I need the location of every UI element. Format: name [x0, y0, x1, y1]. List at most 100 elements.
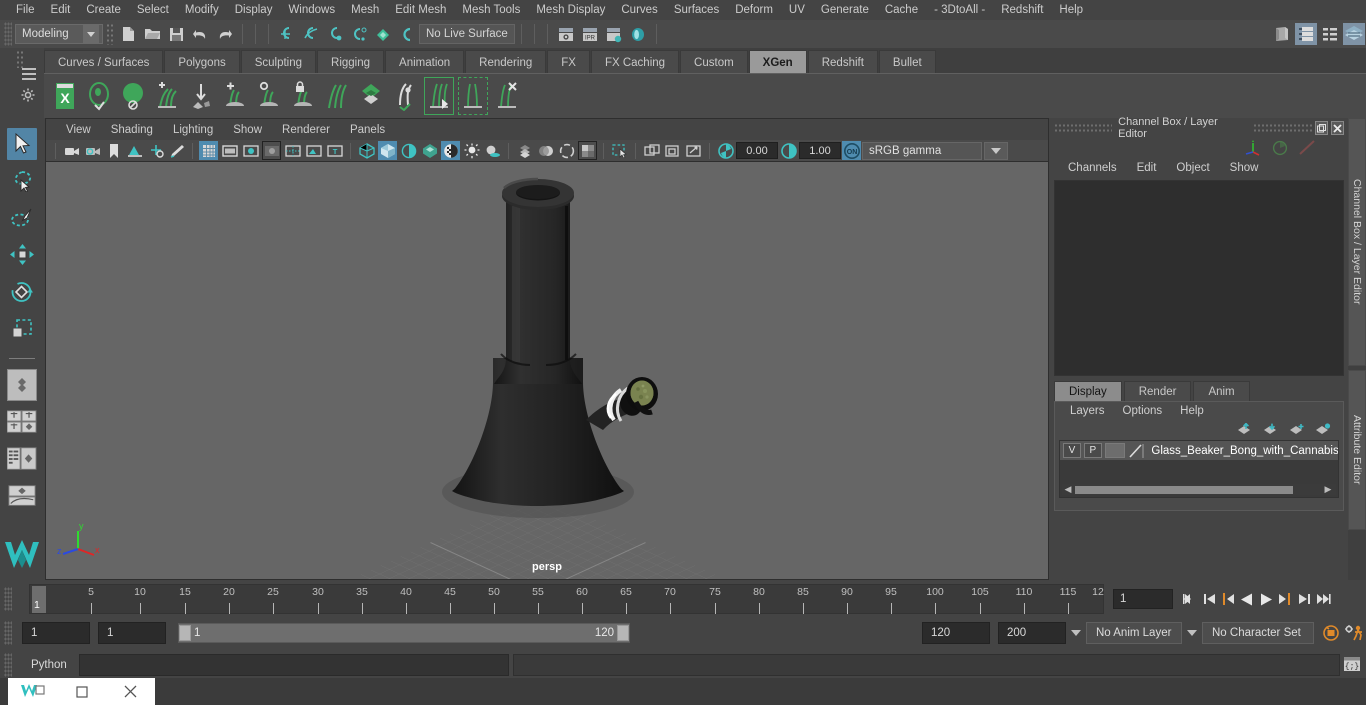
shelf-tab-redshift[interactable]: Redshift: [807, 50, 878, 74]
two-d-pan-zoom-icon[interactable]: [146, 141, 165, 160]
menu-edit-mesh[interactable]: Edit Mesh: [387, 0, 454, 20]
bookmark-icon[interactable]: [104, 141, 123, 160]
snap-curve-icon[interactable]: [300, 23, 322, 45]
character-set-dropdown-icon[interactable]: [1185, 623, 1199, 643]
play-forwards-icon[interactable]: [1257, 588, 1275, 610]
xgen-preview-icon[interactable]: [84, 77, 114, 115]
textured-icon[interactable]: [441, 141, 460, 160]
layer-menu-layers[interactable]: Layers: [1061, 405, 1114, 417]
viewport-menu-show[interactable]: Show: [223, 124, 272, 136]
make-live-icon[interactable]: [396, 23, 418, 45]
gate-mask-icon[interactable]: [262, 141, 281, 160]
layer-tab-render[interactable]: Render: [1123, 381, 1192, 401]
menu-windows[interactable]: Windows: [280, 0, 343, 20]
viewport-3d-canvas[interactable]: persp y x z: [46, 162, 1048, 579]
move-layer-up-icon[interactable]: [1237, 423, 1253, 435]
layer-menu-options[interactable]: Options: [1114, 405, 1172, 417]
command-line-grip[interactable]: [4, 653, 12, 677]
menu-mesh-display[interactable]: Mesh Display: [528, 0, 613, 20]
quick-layout-four-view-icon[interactable]: [7, 406, 37, 438]
motion-blur-icon[interactable]: [536, 141, 555, 160]
scroll-right-arrow-icon[interactable]: ▶: [1322, 484, 1334, 495]
field-chart-icon[interactable]: [283, 141, 302, 160]
xgen-delete-icon[interactable]: [492, 77, 522, 115]
menu-generate[interactable]: Generate: [813, 0, 877, 20]
anim-layer-selector[interactable]: No Anim Layer: [1086, 622, 1182, 644]
use-all-lights-icon[interactable]: [462, 141, 481, 160]
time-slider[interactable]: 1 5 10 15 20 25 30 35 40 45 50 55 60 65 …: [29, 584, 1104, 614]
step-forward-key-icon[interactable]: [1295, 588, 1313, 610]
xgen-comb-icon[interactable]: [322, 77, 352, 115]
step-back-frame-icon[interactable]: [1219, 588, 1237, 610]
transform-channels-icon[interactable]: [1244, 140, 1262, 156]
image-plane-icon[interactable]: [125, 141, 144, 160]
scroll-thumb[interactable]: [1075, 485, 1293, 494]
step-forward-frame-icon[interactable]: [1276, 588, 1294, 610]
select-tool[interactable]: [7, 128, 37, 160]
script-editor-icon[interactable]: {;}: [1342, 654, 1362, 674]
menu-file[interactable]: File: [8, 0, 43, 20]
close-icon[interactable]: [1330, 121, 1344, 135]
xray-icon[interactable]: [642, 141, 661, 160]
quick-layout-single-icon[interactable]: [7, 369, 37, 401]
camera-attributes-icon[interactable]: [83, 141, 102, 160]
character-set-selector[interactable]: No Character Set: [1202, 622, 1314, 644]
shelf-grip[interactable]: [16, 50, 23, 68]
attribute-editor-icon[interactable]: [1319, 23, 1341, 45]
render-current-frame-icon[interactable]: [555, 23, 577, 45]
snap-projected-center-icon[interactable]: [348, 23, 370, 45]
menu-create[interactable]: Create: [78, 0, 129, 20]
current-frame-field[interactable]: 1: [1113, 589, 1173, 609]
color-transform-field[interactable]: sRGB gamma: [862, 141, 982, 160]
safe-action-icon[interactable]: [304, 141, 323, 160]
menu-3dtoall[interactable]: - 3DtoAll -: [926, 0, 993, 20]
quick-layout-outliner-persp-icon[interactable]: [7, 443, 37, 475]
wireframe-icon[interactable]: [357, 141, 376, 160]
xgen-add-density-icon[interactable]: [220, 77, 250, 115]
rotate-tool[interactable]: [7, 276, 37, 308]
channel-menu-object[interactable]: Object: [1166, 162, 1219, 174]
menu-edit[interactable]: Edit: [43, 0, 79, 20]
layer-visibility-toggle[interactable]: V: [1063, 443, 1081, 458]
grease-pencil-icon[interactable]: [167, 141, 186, 160]
shelf-tab-xgen[interactable]: XGen: [748, 50, 807, 74]
panel-grip-right[interactable]: [1253, 123, 1312, 133]
scroll-left-arrow-icon[interactable]: ◀: [1062, 484, 1074, 495]
menu-select[interactable]: Select: [129, 0, 177, 20]
quick-layout-persp-graph-icon[interactable]: [7, 480, 37, 512]
isolate-select-icon[interactable]: [610, 141, 629, 160]
undock-icon[interactable]: [1314, 121, 1328, 135]
command-input[interactable]: [79, 654, 509, 676]
xgen-place-icon[interactable]: [186, 77, 216, 115]
xray-joints-icon[interactable]: [663, 141, 682, 160]
color-transform-dropdown-icon[interactable]: [984, 141, 1008, 160]
shelf-tab-rigging[interactable]: Rigging: [317, 50, 385, 74]
smooth-shade-all-icon[interactable]: [378, 141, 397, 160]
channel-box-content[interactable]: [1054, 180, 1344, 376]
exposure-field[interactable]: 0.00: [736, 142, 778, 159]
layer-tab-anim[interactable]: Anim: [1193, 381, 1250, 401]
range-start-field[interactable]: 1: [22, 622, 90, 644]
menu-uv[interactable]: UV: [781, 0, 813, 20]
shelf-tab-curves-surfaces[interactable]: Curves / Surfaces: [44, 50, 164, 74]
time-slider-grip[interactable]: [4, 587, 12, 611]
menu-set-selector[interactable]: Modeling: [15, 24, 103, 44]
create-empty-layer-icon[interactable]: [1289, 423, 1305, 435]
shelf-tab-animation[interactable]: Animation: [385, 50, 465, 74]
panel-grip-left[interactable]: [1054, 123, 1113, 133]
range-end-field[interactable]: 200: [998, 622, 1066, 644]
xray-active-components-icon[interactable]: [684, 141, 703, 160]
xgen-editor-icon[interactable]: X: [50, 77, 80, 115]
play-backwards-icon[interactable]: [1238, 588, 1256, 610]
range-bar[interactable]: 1 120: [178, 623, 630, 643]
menu-surfaces[interactable]: Surfaces: [666, 0, 727, 20]
shadows-icon[interactable]: [483, 141, 502, 160]
save-scene-icon[interactable]: [165, 23, 187, 45]
scale-tool[interactable]: [7, 313, 37, 345]
menu-help[interactable]: Help: [1051, 0, 1091, 20]
color-management-toggle-icon[interactable]: ON: [842, 141, 861, 160]
resolution-gate-icon[interactable]: [241, 141, 260, 160]
anim-start-field[interactable]: 1: [98, 622, 166, 644]
shelf-tab-fx-caching[interactable]: FX Caching: [590, 50, 680, 74]
viewport-menu-lighting[interactable]: Lighting: [163, 124, 223, 136]
